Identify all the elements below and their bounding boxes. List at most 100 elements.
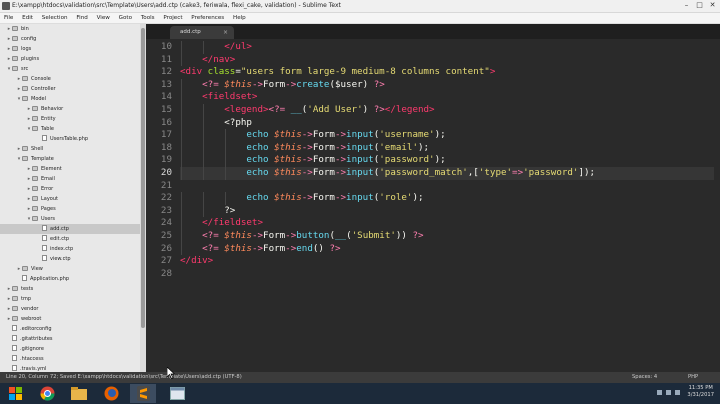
sidebar-item[interactable]: ▸ webroot	[0, 314, 140, 324]
indent-guide	[181, 204, 182, 218]
sidebar-item[interactable]: .htaccess	[0, 354, 140, 364]
code-line[interactable]: </nav>	[180, 53, 235, 67]
sidebar-item[interactable]: ▾ Table	[0, 124, 140, 134]
sidebar-item[interactable]: ▸ Pages	[0, 204, 140, 214]
sidebar-item[interactable]: .gitignore	[0, 344, 140, 354]
indent-guide	[225, 167, 227, 180]
sidebar-item[interactable]: ▸ Element	[0, 164, 140, 174]
folder-icon	[32, 176, 38, 181]
code-line[interactable]: echo $this->Form->input('password_match'…	[180, 167, 714, 180]
code-line[interactable]: </div>	[180, 255, 213, 268]
code-line[interactable]: <?= $this->Form->end() ?>	[180, 242, 341, 256]
sidebar-item[interactable]: ▸ vendor	[0, 304, 140, 314]
sidebar-item[interactable]: ▸ Layout	[0, 194, 140, 204]
indent-guide	[181, 141, 182, 155]
chrome-icon[interactable]	[34, 384, 60, 403]
sidebar-item[interactable]: ▾ Model	[0, 94, 140, 104]
code-line[interactable]: <?= $this->Form->create($user) ?>	[180, 78, 385, 92]
code-line[interactable]: ?>	[180, 204, 235, 218]
sidebar-item[interactable]: .editorconfig	[0, 324, 140, 334]
editor-scrollbar[interactable]	[714, 39, 720, 372]
sidebar-item[interactable]: ▾ Users	[0, 214, 140, 224]
menu-goto[interactable]: Goto	[116, 13, 135, 23]
sidebar-item-label: view.ctp	[50, 256, 71, 262]
sidebar-item[interactable]: ▸ bin	[0, 24, 140, 34]
file-icon	[12, 325, 17, 331]
sidebar-item[interactable]: ▸ logs	[0, 44, 140, 54]
code-line[interactable]: echo $this->Form->input('password');	[180, 154, 446, 167]
code-token: $this	[274, 154, 302, 166]
menu-find[interactable]: Find	[73, 13, 90, 23]
tab-close-icon[interactable]: ×	[223, 26, 228, 39]
sidebar-item[interactable]: ▸ Email	[0, 174, 140, 184]
sidebar-item[interactable]: ▸ Behavior	[0, 104, 140, 114]
status-indentation[interactable]: Spaces: 4	[632, 372, 657, 383]
sidebar-item[interactable]: ▸ Error	[0, 184, 140, 194]
indent-guide	[225, 154, 227, 167]
code-token: 'role'	[379, 192, 413, 204]
maximize-button[interactable]: □	[694, 1, 705, 10]
sidebar-item[interactable]: add.ctp	[0, 224, 140, 234]
code-token: 'password'	[523, 167, 579, 178]
sidebar-item[interactable]: .travis.yml	[0, 364, 140, 372]
code-line[interactable]: </ul>	[180, 41, 252, 54]
code-line[interactable]: <fieldset>	[180, 91, 257, 104]
sidebar-item[interactable]: ▸ plugins	[0, 54, 140, 64]
taskbar-clock[interactable]: 11:35 PM 3/31/2017	[687, 385, 714, 399]
menu-project[interactable]: Project	[160, 13, 185, 23]
code-line[interactable]: echo $this->Form->input('email');	[180, 141, 429, 155]
minimize-button[interactable]: –	[681, 1, 692, 10]
code-line[interactable]: echo $this->Form->input('username');	[180, 129, 446, 142]
sidebar-item[interactable]: ▾ Template	[0, 154, 140, 164]
sidebar-item[interactable]: ▸ Console	[0, 74, 140, 84]
menu-edit[interactable]: Edit	[19, 13, 36, 23]
sublime-text-icon[interactable]	[130, 384, 156, 403]
sidebar-item[interactable]: ▸ config	[0, 34, 140, 44]
sidebar-item[interactable]: ▾ src	[0, 64, 140, 74]
sidebar-item[interactable]: ▸ tmp	[0, 294, 140, 304]
code-line[interactable]: </fieldset>	[180, 217, 263, 230]
sidebar-item[interactable]: Application.php	[0, 274, 140, 284]
app-window-icon[interactable]	[164, 384, 190, 403]
code-token: button	[296, 230, 330, 241]
code-line[interactable]: <?= $this->Form->button(__('Submit')) ?>	[180, 230, 424, 243]
sidebar-item[interactable]: view.ctp	[0, 254, 140, 264]
code-token: ?>	[373, 104, 385, 115]
line-number: 21	[160, 179, 172, 191]
sidebar-item[interactable]: UsersTable.php	[0, 134, 140, 144]
menu-preferences[interactable]: Preferences	[188, 13, 227, 23]
menu-selection[interactable]: Selection	[39, 13, 71, 23]
sidebar-item[interactable]: .gitattributes	[0, 334, 140, 344]
code-line[interactable]: <legend><?= __('Add User') ?></legend>	[180, 104, 435, 117]
sidebar-item[interactable]: ▸ View	[0, 264, 140, 274]
file-explorer-icon[interactable]	[66, 384, 92, 403]
close-window-button[interactable]: ✕	[707, 1, 718, 10]
sidebar-item[interactable]: ▸ tests	[0, 284, 140, 294]
status-syntax[interactable]: PHP	[688, 372, 698, 383]
code-line[interactable]: <div class="users form large-9 medium-8 …	[180, 66, 495, 79]
system-tray-icons[interactable]	[657, 390, 680, 395]
sidebar-item[interactable]: ▸ Controller	[0, 84, 140, 94]
code-token: )	[362, 104, 374, 115]
line-number: 15	[160, 104, 172, 115]
code-token: =>	[512, 167, 524, 178]
windows-start-icon[interactable]	[2, 384, 28, 403]
menu-tools[interactable]: Tools	[138, 13, 158, 23]
menu-view[interactable]: View	[94, 13, 113, 23]
sidebar-item-label: add.ctp	[50, 226, 69, 232]
sidebar-item[interactable]: ▸ Shell	[0, 144, 140, 154]
menu-file[interactable]: File	[1, 13, 16, 23]
indent-guide	[181, 116, 182, 130]
sidebar-item[interactable]: edit.ctp	[0, 234, 140, 244]
menu-help[interactable]: Help	[230, 13, 249, 23]
sidebar-item[interactable]: index.ctp	[0, 244, 140, 254]
sidebar-item-label: plugins	[21, 56, 40, 62]
clock-time: 11:35 PM	[688, 385, 713, 391]
sidebar-item[interactable]: ▸ Entity	[0, 114, 140, 124]
sidebar-scroll-thumb[interactable]	[141, 28, 145, 328]
tab-add-ctp[interactable]: add.ctp ×	[170, 26, 234, 39]
code-editor[interactable]: 10 11 12 13 14 15 16 17 18 19 20 21 22 23 24 25 26 27 28 <…	[146, 39, 714, 372]
firefox-icon[interactable]	[98, 384, 124, 403]
code-line[interactable]: echo $this->Form->input('role');	[180, 192, 424, 205]
code-line[interactable]: <?php	[180, 116, 252, 130]
